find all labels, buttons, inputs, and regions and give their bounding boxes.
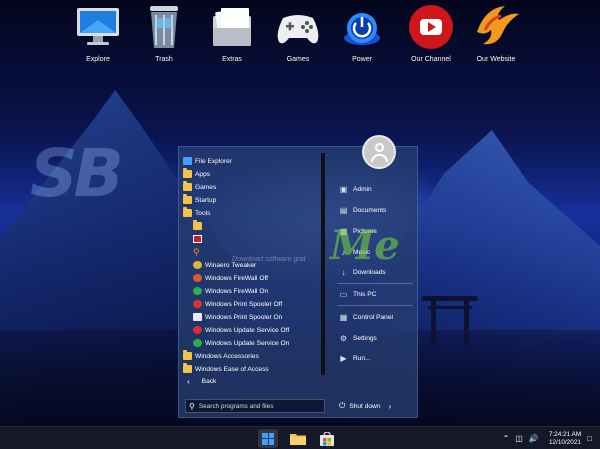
chevron-right-icon[interactable]: › bbox=[389, 402, 392, 411]
folder-icon bbox=[183, 181, 192, 191]
clock[interactable]: 7:24:21 AM 12/10/2021 bbox=[549, 431, 581, 447]
desktop-icon-our-website[interactable]: Our Website bbox=[466, 2, 526, 63]
search-icon: ⚲ bbox=[189, 401, 195, 411]
place-settings[interactable]: ⚙ Settings bbox=[339, 332, 377, 344]
back-arrow-icon: ‹ bbox=[187, 377, 190, 386]
program-update-service-off[interactable]: Windows Update Service Off bbox=[193, 324, 289, 336]
desktop-icon-power[interactable]: Power bbox=[332, 2, 392, 63]
store-icon bbox=[320, 431, 334, 446]
program-tool-red-app[interactable] bbox=[193, 233, 205, 245]
control-panel-icon: ▦ bbox=[339, 312, 348, 322]
volume-icon[interactable]: 🔊 bbox=[529, 434, 539, 443]
folder-icon bbox=[183, 168, 192, 178]
start-button[interactable] bbox=[258, 429, 278, 448]
spooler-off-icon bbox=[193, 300, 202, 308]
trash-icon bbox=[139, 2, 189, 52]
program-games[interactable]: Games bbox=[183, 181, 216, 193]
start-menu: File Explorer Apps Games Startup Tools ⚲ bbox=[178, 135, 419, 419]
desktop-icons: Explore Trash Extras Games Power Our Cha… bbox=[68, 0, 538, 72]
phoenix-logo-icon bbox=[471, 2, 521, 52]
monitor-icon bbox=[73, 2, 123, 52]
folder-icon bbox=[193, 220, 202, 230]
taskbar-file-explorer[interactable] bbox=[288, 429, 308, 448]
program-file-explorer[interactable]: File Explorer bbox=[183, 155, 232, 167]
program-tool-folder[interactable] bbox=[193, 220, 205, 232]
place-documents[interactable]: ▤ Documents bbox=[339, 204, 387, 216]
shutdown-button[interactable]: ⏻ Shut down › bbox=[339, 401, 391, 411]
search-input[interactable]: ⚲ Search programs and files bbox=[185, 399, 325, 413]
separator bbox=[337, 305, 413, 306]
power-icon: ⏻ bbox=[339, 401, 346, 410]
desktop-icon-games[interactable]: Games bbox=[268, 2, 328, 63]
windows-logo-icon bbox=[262, 432, 274, 445]
chevron-up-icon[interactable]: ⌃ bbox=[503, 434, 510, 443]
program-windows-accessories[interactable]: Windows Accessories bbox=[183, 350, 259, 362]
program-tools[interactable]: Tools bbox=[183, 207, 210, 219]
place-admin[interactable]: ▣ Admin bbox=[339, 183, 372, 195]
program-print-spooler-off[interactable]: Windows Print Spooler Off bbox=[193, 298, 282, 310]
firewall-off-icon bbox=[193, 274, 202, 282]
places-pane: ▣ Admin ▤ Documents ▩ Pictures ♪ Music ↓… bbox=[331, 135, 419, 419]
taskbar-store[interactable] bbox=[317, 429, 337, 448]
place-this-pc[interactable]: ▭ This PC bbox=[339, 288, 377, 300]
desktop-icon-trash[interactable]: Trash bbox=[134, 2, 194, 63]
clock-date: 12/10/2021 bbox=[548, 438, 581, 446]
system-tray: ⌃ ◫ 🔊 7:24:21 AM 12/10/2021 □ bbox=[497, 430, 592, 447]
back-button[interactable]: ‹ Back bbox=[187, 377, 216, 386]
place-run[interactable]: ▶ Run... bbox=[339, 352, 370, 364]
update-on-icon bbox=[193, 339, 202, 347]
desktop-icon-extras[interactable]: Extras bbox=[202, 2, 262, 63]
printer-icon bbox=[193, 313, 202, 321]
documents-icon bbox=[207, 2, 257, 52]
search-icon: ⚲ bbox=[193, 247, 200, 257]
youtube-icon bbox=[406, 2, 456, 52]
notification-icon[interactable]: □ bbox=[587, 434, 592, 443]
watermark-logo-right: Me bbox=[330, 222, 400, 269]
program-windows-ease-of-access[interactable]: Windows Ease of Access bbox=[183, 363, 269, 375]
desktop-icon-explore[interactable]: Explore bbox=[68, 2, 128, 63]
program-tool-search[interactable]: ⚲ bbox=[193, 246, 205, 258]
update-off-icon bbox=[193, 326, 202, 334]
watermark-caption: Download software grat bbox=[232, 256, 306, 263]
folder-icon bbox=[183, 207, 192, 217]
program-startup[interactable]: Startup bbox=[183, 194, 216, 206]
user-avatar[interactable] bbox=[362, 135, 396, 169]
winaero-icon bbox=[193, 261, 202, 269]
gamepad-icon bbox=[273, 2, 323, 52]
gear-icon: ⚙ bbox=[339, 333, 348, 343]
run-icon: ▶ bbox=[340, 353, 347, 363]
program-firewall-on[interactable]: Windows FireWall On bbox=[193, 285, 268, 297]
program-print-spooler-on[interactable]: Windows Print Spooler On bbox=[193, 311, 282, 323]
folder-icon bbox=[183, 363, 192, 373]
watermark-logo: SB bbox=[30, 135, 124, 212]
user-folder-icon: ▣ bbox=[339, 184, 348, 194]
red-app-icon bbox=[193, 235, 202, 243]
programs-pane: File Explorer Apps Games Startup Tools ⚲ bbox=[179, 147, 325, 392]
folder-icon bbox=[183, 194, 192, 204]
separator bbox=[337, 283, 413, 284]
folder-icon bbox=[290, 434, 306, 445]
documents-icon: ▤ bbox=[339, 205, 348, 215]
desktop-icon-our-channel[interactable]: Our Channel bbox=[401, 2, 461, 63]
program-apps[interactable]: Apps bbox=[183, 168, 210, 180]
program-firewall-off[interactable]: Windows FireWall Off bbox=[193, 272, 268, 284]
program-update-service-on[interactable]: Windows Update Service On bbox=[193, 337, 289, 349]
file-explorer-icon bbox=[183, 157, 192, 165]
clock-time: 7:24:21 AM bbox=[548, 430, 582, 438]
programs-scrollbar[interactable] bbox=[321, 153, 325, 375]
place-control-panel[interactable]: ▦ Control Panel bbox=[339, 311, 393, 323]
taskbar: ⌃ ◫ 🔊 7:24:21 AM 12/10/2021 □ bbox=[0, 426, 600, 449]
power-icon bbox=[337, 2, 387, 52]
computer-icon: ▭ bbox=[339, 289, 348, 299]
torii-gate bbox=[422, 296, 478, 346]
firewall-on-icon bbox=[193, 287, 202, 295]
network-icon[interactable]: ◫ bbox=[515, 434, 523, 443]
folder-icon bbox=[183, 350, 192, 360]
